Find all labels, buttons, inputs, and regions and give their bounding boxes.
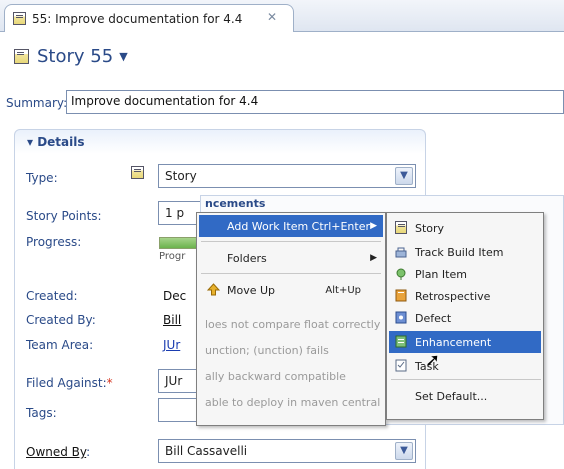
retrospective-icon bbox=[395, 289, 407, 302]
story-icon bbox=[395, 221, 407, 234]
filed-against-value: JUr bbox=[165, 374, 183, 388]
story-icon bbox=[131, 166, 144, 179]
filed-against-label: Filed Against:* bbox=[26, 376, 113, 390]
tags-label: Tags: bbox=[26, 406, 57, 420]
owned-by-value: Bill Cassavelli bbox=[165, 444, 248, 458]
story-icon bbox=[13, 12, 26, 25]
title-dropdown-icon[interactable]: ▼ bbox=[119, 50, 127, 63]
submenu-item-track-build-item[interactable]: Track Build Item bbox=[389, 241, 541, 263]
created-label: Created: bbox=[26, 289, 78, 303]
menu-separator bbox=[201, 241, 381, 242]
progress-label: Progress: bbox=[26, 235, 82, 249]
type-combo[interactable]: Story ▼ bbox=[158, 164, 416, 188]
type-label: Type: bbox=[26, 171, 58, 185]
progress-bar bbox=[159, 237, 201, 249]
details-header[interactable]: ▾ Details bbox=[27, 135, 85, 149]
menu-obscured-row: ally backward compatible bbox=[205, 369, 346, 383]
context-menu: Add Work Item Ctrl+Enter ▶ Folders ▶ Move … bbox=[196, 212, 386, 426]
created-by-link[interactable]: Bill bbox=[163, 313, 181, 327]
task-icon bbox=[395, 359, 407, 372]
editor-tab-bar: 55: Improve documentation for 4.4 ✕ bbox=[0, 0, 564, 32]
tab-label: 55: Improve documentation for 4.4 bbox=[32, 11, 243, 26]
defect-icon bbox=[395, 311, 407, 324]
build-icon bbox=[395, 247, 407, 258]
menu-item-move-up[interactable]: Move Up Alt+Up bbox=[199, 279, 383, 301]
story-points-label: Story Points: bbox=[26, 209, 102, 223]
submenu-item-enhancement[interactable]: Enhancement bbox=[389, 331, 541, 353]
close-icon[interactable]: ✕ bbox=[267, 10, 277, 24]
background-header: ncements bbox=[205, 197, 266, 210]
add-work-item-submenu: Story Track Build Item Plan Item Retrosp… bbox=[386, 212, 544, 420]
menu-obscured-row: loes not compare float correctly bbox=[205, 317, 381, 331]
summary-input[interactable]: Improve documentation for 4.4 bbox=[66, 90, 564, 114]
title-text: Story 55 bbox=[37, 46, 114, 67]
menu-item-folders[interactable]: Folders ▶ bbox=[199, 247, 383, 269]
menu-separator bbox=[201, 273, 381, 274]
enhancement-icon bbox=[395, 335, 407, 348]
page-title: Story 55 ▼ bbox=[14, 46, 128, 67]
summary-label: Summary:* bbox=[6, 96, 73, 110]
team-area-label: Team Area: bbox=[26, 338, 94, 352]
created-value: Dec bbox=[163, 289, 187, 303]
menu-obscured-row: unction; (unction) fails bbox=[205, 343, 329, 357]
menu-item-add-work-item[interactable]: Add Work Item Ctrl+Enter ▶ bbox=[199, 215, 383, 237]
chevron-down-icon[interactable]: ▼ bbox=[395, 442, 413, 460]
editor-tab[interactable]: 55: Improve documentation for 4.4 ✕ bbox=[4, 4, 294, 32]
owned-by-label: Owned By: bbox=[26, 445, 91, 459]
owned-by-combo[interactable]: Bill Cassavelli ▼ bbox=[158, 439, 416, 463]
submenu-item-task[interactable]: Task bbox=[389, 355, 541, 377]
menu-separator bbox=[391, 379, 541, 380]
mouse-cursor-icon: ➚ bbox=[425, 350, 441, 371]
menu-obscured-row: able to deploy in maven central bbox=[205, 395, 381, 409]
plan-icon bbox=[396, 268, 406, 280]
submenu-item-retrospective[interactable]: Retrospective bbox=[389, 285, 541, 307]
story-points-value: 1 p bbox=[165, 206, 185, 220]
arrow-up-icon bbox=[207, 283, 220, 296]
submenu-item-set-default[interactable]: Set Default... bbox=[389, 385, 541, 407]
created-by-label: Created By: bbox=[26, 313, 96, 327]
submenu-item-story[interactable]: Story bbox=[389, 217, 541, 239]
chevron-down-icon[interactable]: ▼ bbox=[395, 167, 413, 185]
submenu-item-plan-item[interactable]: Plan Item bbox=[389, 263, 541, 285]
submenu-item-defect[interactable]: Defect bbox=[389, 307, 541, 329]
story-icon bbox=[14, 49, 29, 64]
type-value: Story bbox=[165, 169, 197, 183]
progress-subtext: Progr bbox=[159, 251, 186, 262]
team-area-link[interactable]: JUr bbox=[163, 338, 180, 352]
